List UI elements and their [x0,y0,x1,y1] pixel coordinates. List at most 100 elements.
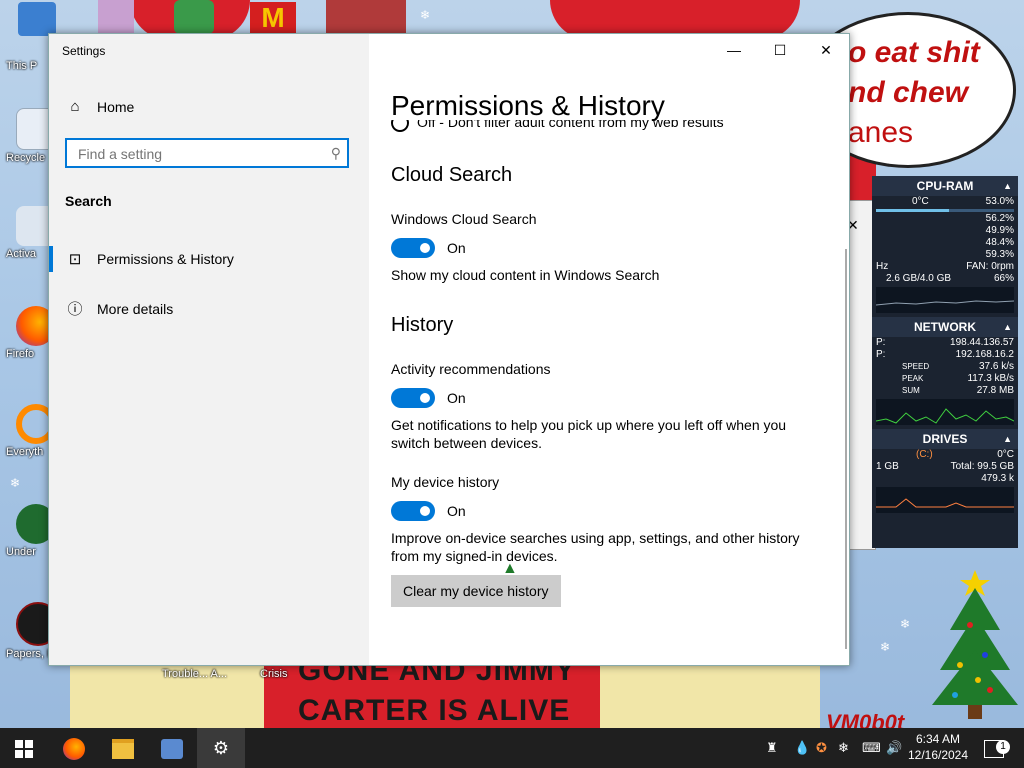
drive-graph [876,487,1014,513]
drives-header: DRIVES ▲ [872,429,1018,449]
desktop-icon-label[interactable]: Trouble... A... [162,668,227,680]
ip-row: P: 192.168.16.2 [872,349,1018,361]
drive-size-row: 1 GB Total: 99.5 GB [872,461,1018,473]
permissions-icon: ⊡ [68,251,82,268]
drive-letter: (C:) [916,449,933,460]
desktop-icon-label: Under [6,546,36,558]
peak-row: PEAK 117.3 kB/s [872,373,1018,385]
speed-row: SPEED 37.6 k/s [872,361,1018,373]
safe-search-off-label: Off - Don't filter adult content from my… [417,120,724,130]
activity-recommendations-description: Get notifications to help you pick up wh… [391,417,787,451]
settings-window: Settings ⌂ Home ⚲ Search ⊡ Permissions &… [48,33,850,666]
snowflake-tray-icon[interactable]: ❄ [838,728,849,768]
toggle-switch[interactable] [391,238,435,258]
clock-date: 12/16/2024 [907,748,969,762]
peak-label: PEAK [902,374,924,383]
core-row: 56.2% [872,213,1018,225]
network-icon[interactable]: ⌨ [862,728,881,768]
drive-io: 479.3 k [981,473,1014,484]
collapse-icon[interactable]: ▲ [1003,317,1012,337]
nav-more-details[interactable]: ⓘ More details [65,298,173,319]
snowflake-icon: ❄ [10,476,21,490]
sum-row: SUM 27.8 MB [872,385,1018,397]
snowflake-icon: ❄ [900,617,911,631]
app-icon[interactable] [174,0,214,34]
tray-app-icon[interactable]: ♜ [766,728,778,768]
search-input[interactable] [76,145,320,163]
network-speed: 37.6 k/s [978,361,1014,372]
close-button[interactable]: ✕ [803,34,849,66]
window-title: Settings [62,44,106,58]
app-icon[interactable] [98,0,134,34]
fan-speed: FAN: 0rpm [966,261,1014,272]
search-icon[interactable]: ⚲ [331,145,341,162]
cloud-search-toggle[interactable]: On [391,238,466,258]
search-box[interactable]: ⚲ [65,138,349,168]
scrollbar[interactable] [845,249,847,649]
ip-row: P: 198.44.136.57 [872,337,1018,349]
tray-app-icon[interactable]: ✪ [816,728,827,768]
nav-more-details-label: More details [97,300,174,317]
core-row: 49.9% [872,225,1018,237]
clock-time: 6:34 AM [915,732,961,746]
mcdonalds-logo-icon[interactable]: M [250,2,296,34]
nav-permissions-history-label: Permissions & History [97,251,234,267]
toggle-switch[interactable] [391,501,435,521]
cpu-temp-row: 0°C 53.0% [872,196,1018,208]
desktop-icon-label[interactable]: Crisis [260,668,288,680]
toggle-state: On [447,240,466,256]
speech-text-line-1: o eat shit [848,36,980,69]
core-usage: 48.4% [985,237,1014,248]
drives-title: DRIVES [922,432,968,446]
taskbar-firefox[interactable] [50,728,98,768]
droplet-icon[interactable]: 💧 [794,728,810,768]
drive-used: 1 GB [876,461,899,472]
notifications-button[interactable]: 1 [984,728,1010,768]
toggle-state: On [447,503,466,519]
poster-text-line-2: CARTER IS ALIVE [298,694,571,727]
device-history-toggle[interactable]: On [391,501,466,521]
clock[interactable]: 6:34 AM 12/16/2024 [906,731,970,763]
computer-icon[interactable] [18,2,56,36]
maximize-button[interactable]: ☐ [757,34,803,66]
taskbar-settings[interactable]: ⚙ [197,728,245,768]
cloud-search-heading: Cloud Search [391,164,513,186]
device-history-description: Improve on-device searches using app, se… [391,530,800,564]
cloud-search-label: Windows Cloud Search [391,211,537,227]
nav-home[interactable]: ⌂ Home [65,98,134,115]
start-button[interactable] [0,728,48,768]
taskbar: ⚙ ♜ 💧 ✪ ❄ ⌨ 🔊 6:34 AM 12/16/2024 1 [0,728,1024,768]
collapse-icon[interactable]: ▲ [1003,429,1012,449]
radio-button[interactable] [391,120,409,133]
ip-label: P: [876,349,886,360]
memory-percent: 66% [993,273,1014,284]
drive-io-row: 479.3 k [872,473,1018,485]
memory-usage: 2.6 GB/4.0 GB [886,273,952,284]
nav-permissions-history[interactable]: ⊡ Permissions & History [65,250,234,268]
home-icon: ⌂ [70,98,80,115]
memory-row: 2.6 GB/4.0 GB 66% [872,273,1018,285]
volume-icon[interactable]: 🔊 [886,728,902,768]
firefox-icon [63,738,85,761]
clear-device-history-button[interactable]: Clear my device history [391,575,561,607]
minimize-button[interactable]: — [711,34,757,66]
toggle-switch[interactable] [391,388,435,408]
safe-search-off-option[interactable]: Off - Don't filter adult content from my… [391,120,724,133]
taskbar-file-explorer[interactable] [99,728,147,768]
activity-recommendations-toggle[interactable]: On [391,388,466,408]
collapse-icon[interactable]: ▲ [1003,176,1012,196]
fan-row: Hz FAN: 0rpm [872,261,1018,273]
app-icon[interactable] [326,0,406,34]
content-scroll-area: Off - Don't filter adult content from my… [391,120,831,650]
cloud-search-description: Show my cloud content in Windows Search [391,267,660,283]
cpu-ram-header: CPU-RAM ▲ [872,176,1018,196]
network-header: NETWORK ▲ [872,317,1018,337]
desktop-icon-label: Recycle [6,152,46,164]
taskbar-app[interactable] [148,728,196,768]
speech-text-line-2: nd chew [848,76,969,109]
ip-label: P: [876,337,886,348]
speech-text-line-3: anes [848,116,914,149]
drive-total: Total: 99.5 GB [950,461,1014,472]
core-row: 59.3% [872,249,1018,261]
network-sum: 27.8 MB [976,385,1014,396]
